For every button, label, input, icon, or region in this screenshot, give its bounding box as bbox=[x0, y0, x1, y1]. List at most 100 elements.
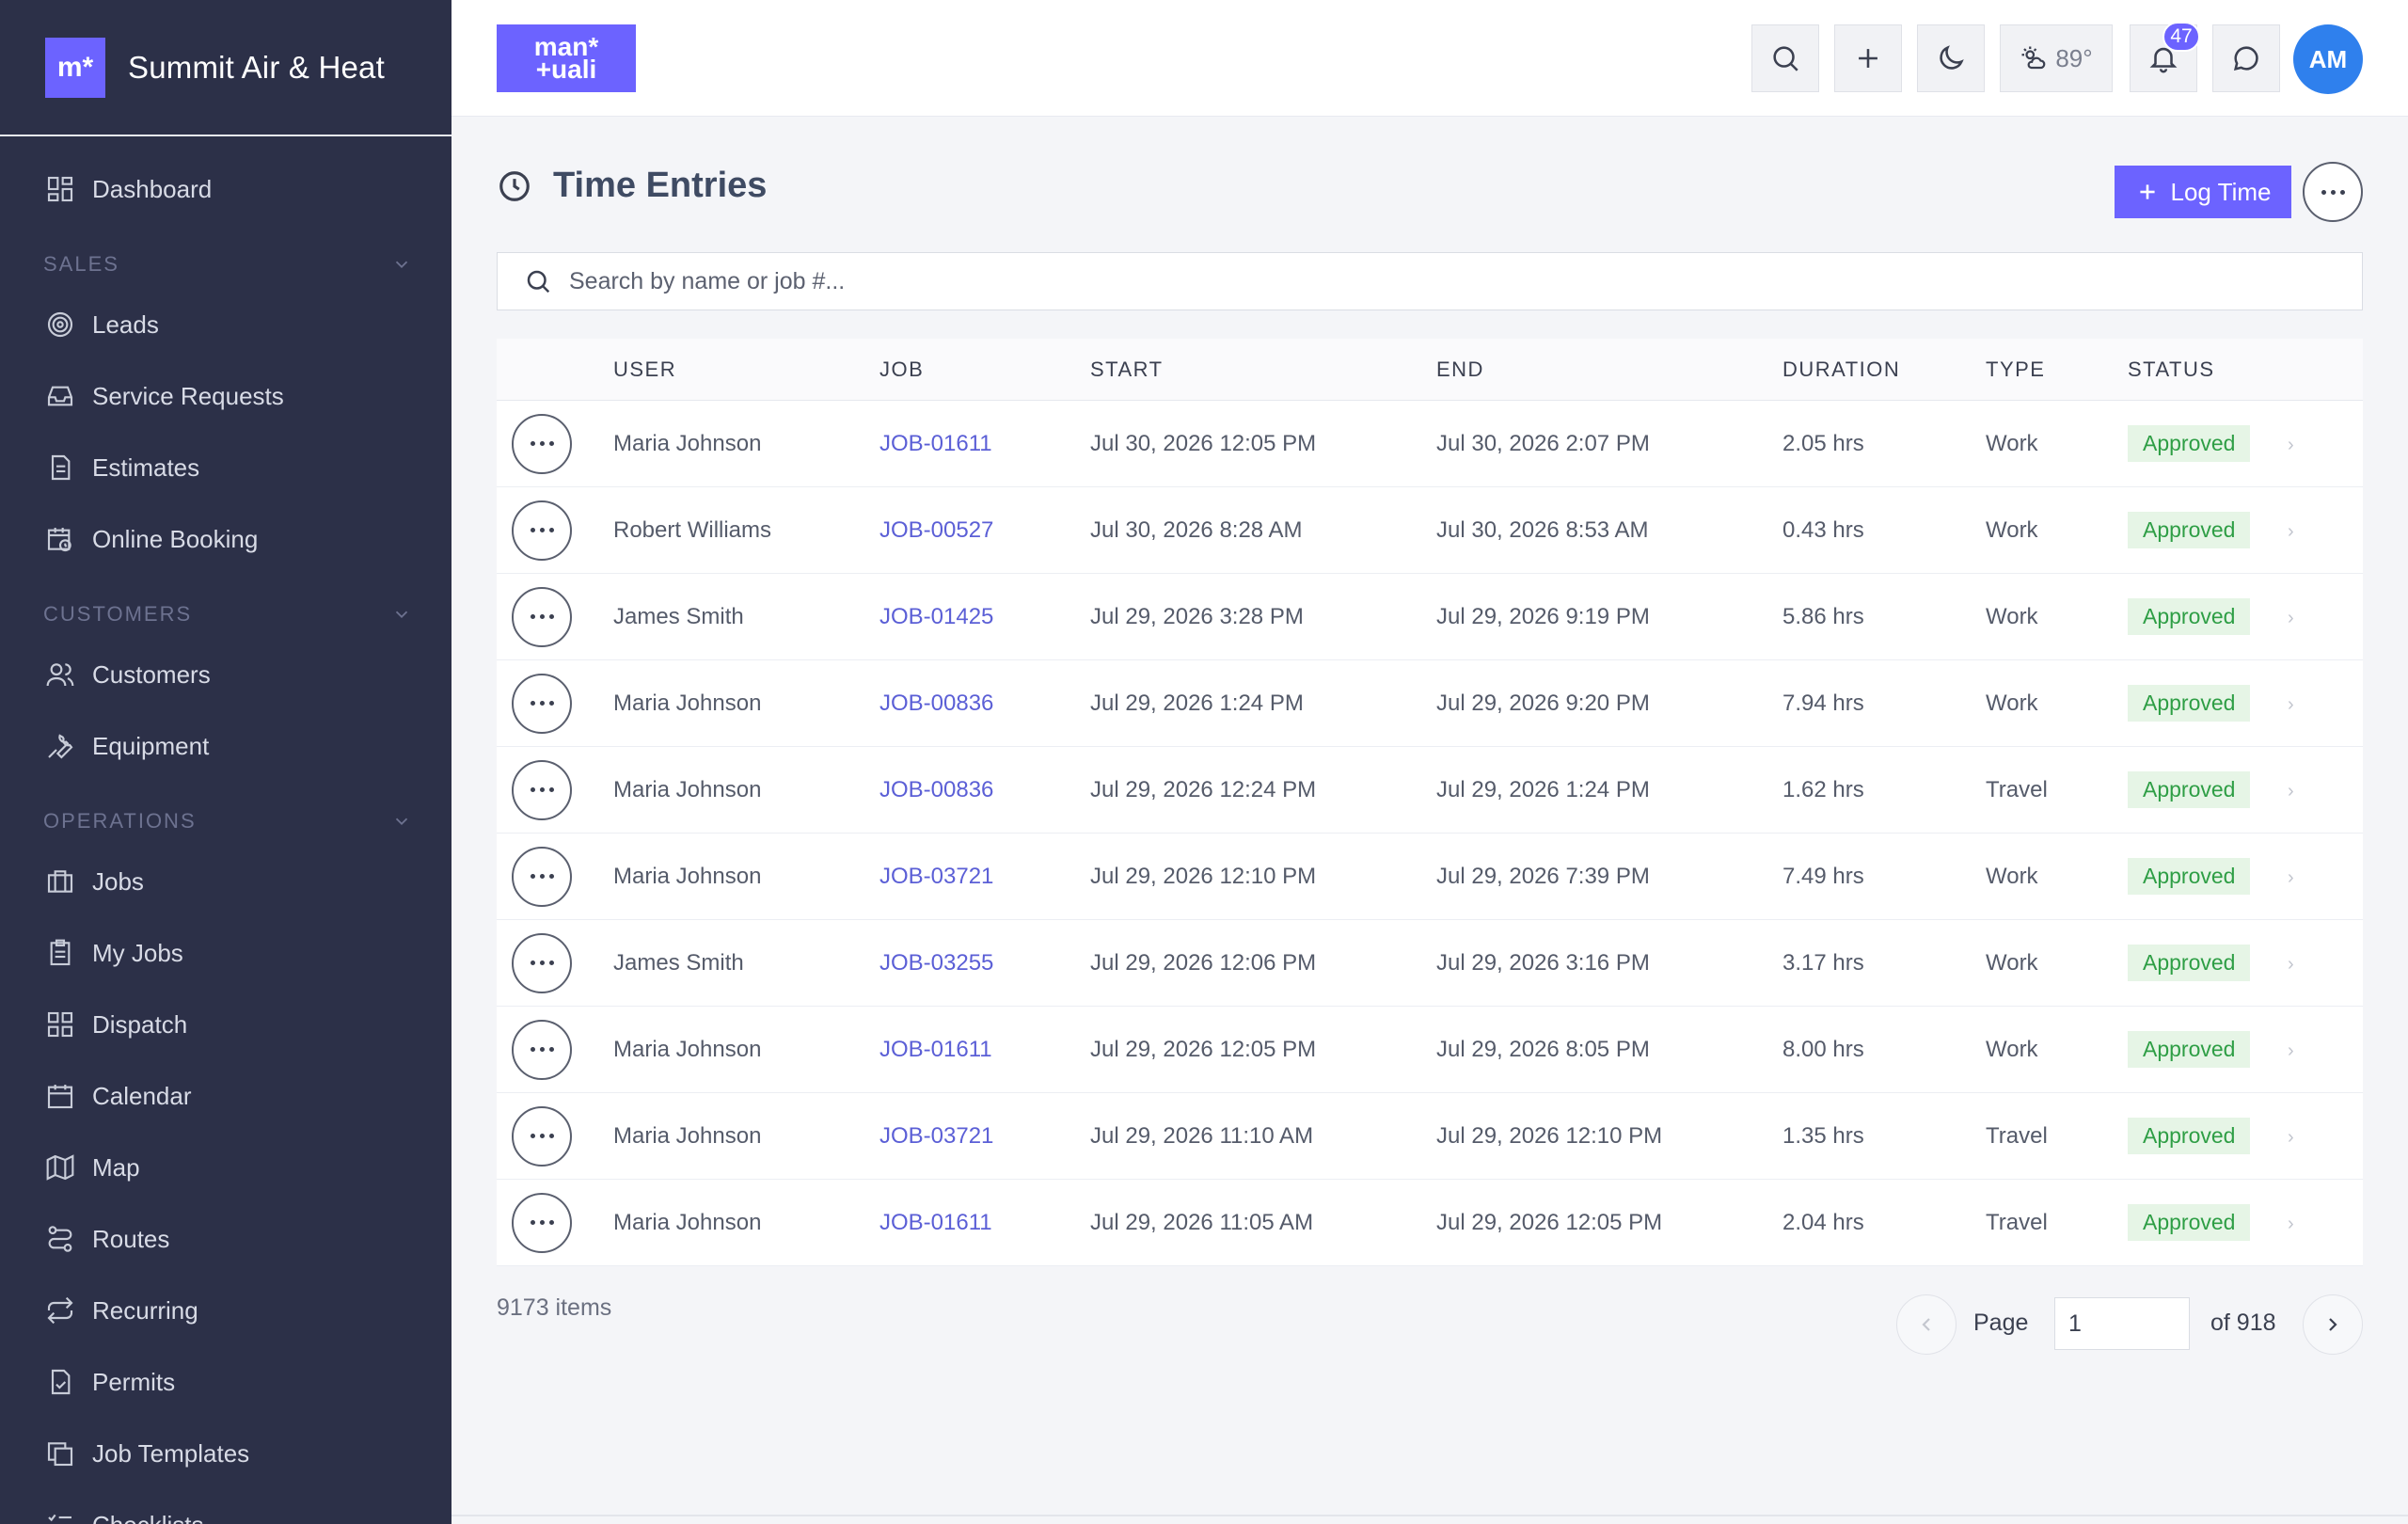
cell-duration: 0.43 hrs bbox=[1782, 516, 1864, 543]
app-logo[interactable]: man* +uali bbox=[497, 24, 636, 92]
sidebar-item-recurring[interactable]: Recurring bbox=[0, 1275, 452, 1346]
row-chevron-icon[interactable]: › bbox=[2288, 1037, 2294, 1063]
sidebar-item-customers[interactable]: Customers bbox=[0, 639, 452, 710]
table-row[interactable]: Maria Johnson JOB-00836 Jul 29, 2026 1:24 … bbox=[497, 660, 2363, 747]
row-chevron-icon[interactable]: › bbox=[2288, 517, 2294, 544]
row-more-options-button[interactable] bbox=[512, 1019, 572, 1080]
add-button[interactable] bbox=[1834, 24, 1902, 92]
user-avatar[interactable]: AM bbox=[2293, 24, 2363, 94]
table-row[interactable]: James Smith JOB-01425 Jul 29, 2026 3:28 PM… bbox=[497, 574, 2363, 660]
brand[interactable]: m* Summit Air & Heat bbox=[0, 0, 452, 136]
cell-status: Approved bbox=[2128, 425, 2288, 462]
table-row[interactable]: Maria Johnson JOB-01611 Jul 30, 2026 12:05… bbox=[497, 401, 2363, 487]
job-link[interactable]: JOB-03255 bbox=[879, 950, 993, 976]
notifications-button[interactable]: 47 bbox=[2130, 22, 2200, 92]
page-number-input[interactable] bbox=[2054, 1297, 2190, 1350]
sidebar-item-jobs[interactable]: Jobs bbox=[0, 846, 452, 917]
row-chevron-icon[interactable]: › bbox=[2288, 1210, 2294, 1236]
job-link[interactable]: JOB-01611 bbox=[879, 1037, 992, 1062]
column-header-user[interactable]: USER bbox=[613, 357, 879, 382]
row-more-options-button[interactable] bbox=[512, 1192, 572, 1253]
sidebar-section-sales[interactable]: SALES bbox=[0, 225, 452, 289]
sidebar-item-job-templates[interactable]: Job Templates bbox=[0, 1418, 452, 1489]
table-row[interactable]: Maria Johnson JOB-03721 Jul 29, 2026 11:10… bbox=[497, 1093, 2363, 1180]
ellipsis-icon bbox=[530, 614, 554, 619]
row-chevron-icon[interactable]: › bbox=[2288, 604, 2294, 630]
ellipsis-icon bbox=[530, 1134, 554, 1138]
search-input[interactable] bbox=[569, 267, 2262, 295]
cell-duration: 5.86 hrs bbox=[1782, 603, 1864, 629]
messages-button[interactable] bbox=[2212, 24, 2280, 92]
sidebar-item-my-jobs[interactable]: My Jobs bbox=[0, 917, 452, 989]
table-row[interactable]: Maria Johnson JOB-00836 Jul 29, 2026 12:24… bbox=[497, 747, 2363, 833]
table-row[interactable]: Maria Johnson JOB-01611 Jul 29, 2026 11:05… bbox=[497, 1180, 2363, 1266]
job-link[interactable]: JOB-03721 bbox=[879, 1123, 993, 1149]
job-link[interactable]: JOB-01425 bbox=[879, 604, 993, 629]
sidebar-item-label: Job Templates bbox=[92, 1438, 250, 1468]
job-link[interactable]: JOB-01611 bbox=[879, 1210, 992, 1235]
row-chevron-icon[interactable]: › bbox=[2288, 864, 2294, 890]
page-title-text: Time Entries bbox=[553, 166, 768, 205]
row-more-options-button[interactable] bbox=[512, 759, 572, 820]
sidebar-item-equipment[interactable]: Equipment bbox=[0, 710, 452, 782]
table-row[interactable]: Robert Williams JOB-00527 Jul 30, 2026 8:2… bbox=[497, 487, 2363, 574]
column-header-status[interactable]: STATUS bbox=[2128, 357, 2288, 382]
row-more-options-button[interactable] bbox=[512, 846, 572, 907]
table-row[interactable]: James Smith JOB-03255 Jul 29, 2026 12:06 P… bbox=[497, 920, 2363, 1007]
repeat-icon bbox=[47, 1296, 73, 1325]
row-more-options-button[interactable] bbox=[512, 932, 572, 993]
row-chevron-icon[interactable]: › bbox=[2288, 950, 2294, 976]
brand-name: Summit Air & Heat bbox=[128, 49, 385, 85]
log-time-button[interactable]: Log Time bbox=[2115, 166, 2291, 218]
section-label: CUSTOMERS bbox=[43, 602, 193, 626]
page-more-options-button[interactable] bbox=[2303, 162, 2363, 222]
sidebar-item-dispatch[interactable]: Dispatch bbox=[0, 989, 452, 1060]
sidebar-item-calendar[interactable]: Calendar bbox=[0, 1060, 452, 1132]
column-header-end[interactable]: END bbox=[1436, 357, 1782, 382]
row-more-options-button[interactable] bbox=[512, 413, 572, 474]
column-header-job[interactable]: JOB bbox=[879, 357, 1090, 382]
table-row[interactable]: Maria Johnson JOB-01611 Jul 29, 2026 12:05… bbox=[497, 1007, 2363, 1093]
sidebar-item-service-requests[interactable]: Service Requests bbox=[0, 360, 452, 432]
ellipsis-icon bbox=[2321, 189, 2345, 195]
search-button[interactable] bbox=[1751, 24, 1819, 92]
row-more-options-button[interactable] bbox=[512, 586, 572, 647]
sidebar-item-map[interactable]: Map bbox=[0, 1132, 452, 1203]
row-chevron-icon[interactable]: › bbox=[2288, 777, 2294, 803]
dark-mode-toggle[interactable] bbox=[1917, 24, 1985, 92]
sidebar-item-leads[interactable]: Leads bbox=[0, 289, 452, 360]
sidebar-item-routes[interactable]: Routes bbox=[0, 1203, 452, 1275]
job-link[interactable]: JOB-03721 bbox=[879, 864, 993, 889]
table-row[interactable]: Maria Johnson JOB-03721 Jul 29, 2026 12:10… bbox=[497, 833, 2363, 920]
column-header-start[interactable]: START bbox=[1090, 357, 1436, 382]
job-link[interactable]: JOB-00836 bbox=[879, 777, 993, 802]
cell-user: Robert Williams bbox=[613, 516, 772, 543]
cell-job: JOB-03255 bbox=[879, 950, 1090, 976]
next-page-button[interactable] bbox=[2303, 1294, 2363, 1355]
row-actions-cell bbox=[497, 846, 613, 907]
row-more-options-button[interactable] bbox=[512, 500, 572, 561]
target-icon bbox=[47, 311, 73, 338]
sidebar-item-dashboard[interactable]: Dashboard bbox=[0, 153, 452, 225]
sidebar-item-permits[interactable]: Permits bbox=[0, 1346, 452, 1418]
sidebar-item-label: Customers bbox=[92, 659, 211, 689]
column-header-duration[interactable]: DURATION bbox=[1782, 357, 1986, 382]
sidebar-item-estimates[interactable]: Estimates bbox=[0, 432, 452, 503]
row-more-options-button[interactable] bbox=[512, 1105, 572, 1167]
sidebar-item-online-booking[interactable]: Online Booking bbox=[0, 503, 452, 575]
weather-widget[interactable]: 89° bbox=[2000, 24, 2113, 92]
row-chevron-icon[interactable]: › bbox=[2288, 431, 2294, 457]
sidebar-section-operations[interactable]: OPERATIONS bbox=[0, 782, 452, 846]
row-chevron-icon[interactable]: › bbox=[2288, 691, 2294, 717]
cell-job: JOB-03721 bbox=[879, 1123, 1090, 1150]
column-header-type[interactable]: TYPE bbox=[1986, 357, 2128, 382]
job-link[interactable]: JOB-00527 bbox=[879, 517, 993, 543]
job-link[interactable]: JOB-00836 bbox=[879, 691, 993, 716]
cell-user: Maria Johnson bbox=[613, 430, 762, 456]
sidebar-item-checklists[interactable]: Checklists bbox=[0, 1489, 452, 1524]
row-chevron-icon[interactable]: › bbox=[2288, 1123, 2294, 1150]
previous-page-button[interactable] bbox=[1896, 1294, 1956, 1355]
job-link[interactable]: JOB-01611 bbox=[879, 431, 992, 456]
row-more-options-button[interactable] bbox=[512, 673, 572, 734]
sidebar-section-customers[interactable]: CUSTOMERS bbox=[0, 575, 452, 639]
